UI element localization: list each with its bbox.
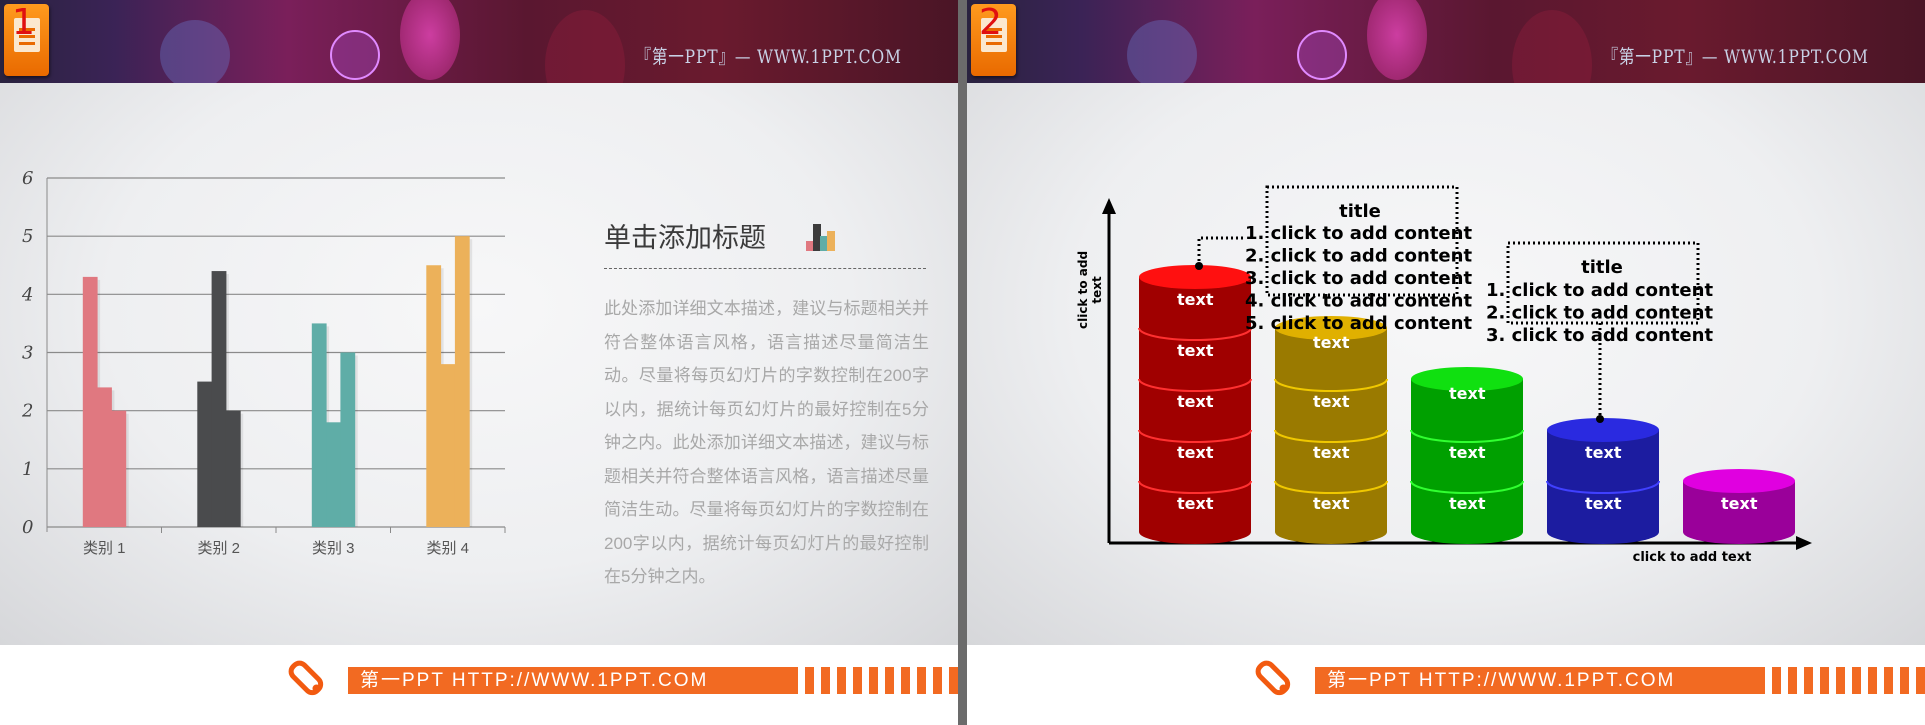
bar (211, 271, 227, 527)
bar-chart: 0 1 2 3 4 5 6 类别 1 类别 2 类别 3 类别 4 (21, 168, 506, 557)
slide-1[interactable]: 『第一PPT』— WWW.1PPT.COM 1 0 1 2 3 4 5 6 类别 1 类别 2 类… (0, 0, 958, 725)
y-axis-label-line: text (1090, 276, 1104, 304)
y-axis-label: click to addtext (1076, 251, 1104, 329)
callout-item: 3. click to add content (1486, 325, 1713, 346)
y-tick-label: 2 (21, 401, 33, 422)
segment-label: text (1585, 443, 1622, 462)
segment-label: text (1585, 494, 1622, 513)
footer-url-bar[interactable]: 第一PPT HTTP://WWW.1PPT.COM (1315, 667, 1765, 694)
callout-item: 5. click to add content (1245, 313, 1472, 334)
y-axis-label-line: click to add (1076, 251, 1090, 329)
segment-label: text (1449, 384, 1486, 403)
segment-label: text (1177, 341, 1214, 360)
segment-label: text (1721, 494, 1758, 513)
segment-label: text (1177, 443, 1214, 462)
bar (454, 236, 470, 527)
bar (111, 410, 127, 527)
segment-label: text (1313, 392, 1350, 411)
cylinder-top (1139, 265, 1251, 289)
footer-url-bar[interactable]: 第一PPT HTTP://WWW.1PPT.COM (348, 667, 798, 694)
y-tick-label: 3 (22, 343, 33, 364)
x-axis-arrow (1796, 536, 1812, 550)
y-tick-label: 0 (22, 517, 33, 538)
bar (440, 364, 456, 527)
callout-connector (1197, 236, 1245, 266)
cylinder-top (1683, 469, 1795, 493)
y-axis-arrow (1102, 198, 1116, 214)
bar (82, 276, 98, 527)
callout-item: 1. click to add content (1245, 223, 1472, 244)
callout-item: 4. click to add content (1245, 291, 1472, 312)
segment-label: text (1177, 290, 1214, 309)
bar (311, 323, 327, 527)
header-brand-text: 『第一PPT』— WWW.1PPT.COM (635, 46, 902, 68)
divider (604, 268, 926, 269)
description-text[interactable]: 此处添加详细文本描述，建议与标题相关并符合整体语言风格，语言描述尽量简洁生动。尽… (604, 292, 929, 594)
bar (97, 387, 112, 527)
y-tick-label: 4 (21, 284, 33, 305)
segment-label: text (1177, 392, 1214, 411)
slide-2[interactable]: 『第一PPT』— WWW.1PPT.COM 2 click to addtext… (967, 0, 1925, 725)
x-tick-label: 类别 1 (83, 540, 126, 557)
callout-item: 1. click to add content (1486, 280, 1713, 301)
bar (340, 352, 356, 527)
callout-dot (1195, 262, 1203, 270)
y-tick-label: 6 (22, 168, 33, 189)
segment-label: text (1313, 494, 1350, 513)
pencil-icon (1255, 660, 1291, 696)
segment-label: text (1449, 494, 1486, 513)
footer-stripes (805, 667, 958, 694)
bar (197, 381, 213, 527)
segment-label: text (1313, 333, 1350, 352)
y-tick-label: 1 (22, 459, 33, 480)
segment-label: text (1177, 494, 1214, 513)
x-tick-label: 类别 2 (197, 540, 240, 557)
bar (326, 422, 341, 527)
callout-title: title (1339, 201, 1381, 222)
y-tick-label: 5 (22, 226, 33, 247)
bar (426, 265, 442, 527)
x-tick-label: 类别 3 (312, 540, 355, 557)
segment-label: text (1449, 443, 1486, 462)
bar-chart-icon (806, 223, 835, 251)
callout-dot (1596, 415, 1604, 423)
stacked-cylinder-diagram: click to addtextclick to add texttexttex… (1076, 185, 1812, 565)
x-axis-label: click to add text (1633, 550, 1752, 565)
footer-stripes (1772, 667, 1925, 694)
callout-item: 3. click to add content (1245, 268, 1472, 289)
bar (225, 410, 241, 527)
pencil-icon (288, 660, 324, 696)
x-tick-label: 类别 4 (426, 540, 469, 557)
callout-item: 2. click to add content (1245, 246, 1472, 267)
slide-title[interactable]: 单击添加标题 (604, 216, 766, 255)
segment-label: text (1313, 443, 1350, 462)
callout-title: title (1581, 257, 1623, 278)
callout-item: 2. click to add content (1486, 303, 1713, 324)
